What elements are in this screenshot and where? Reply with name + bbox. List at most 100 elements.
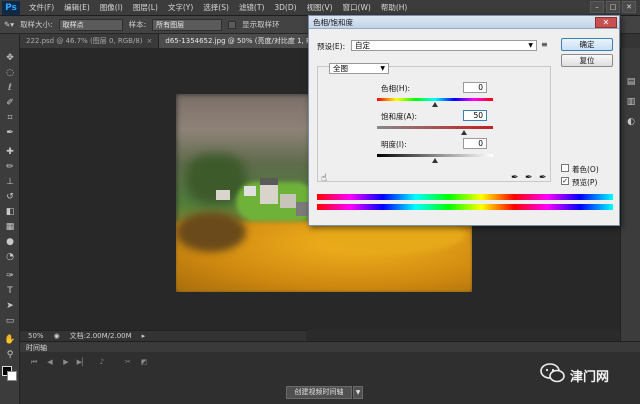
audio-icon[interactable]: ♪ [96, 357, 108, 367]
brush-icon[interactable]: ✏ [4, 161, 16, 173]
tab-label: 222.psd @ 46.7% (图层 0, RGB/8) [26, 37, 143, 45]
lasso-icon[interactable]: ℓ [4, 82, 16, 94]
show-ring-label: 显示取样环 [242, 20, 280, 29]
menu-file[interactable]: 文件(F) [24, 2, 59, 13]
dodge-icon[interactable]: ◔ [4, 251, 16, 263]
panel-layers-icon[interactable]: ▥ [625, 96, 637, 108]
eyedropper-minus-icon[interactable]: ✒ [539, 173, 547, 183]
saturation-input[interactable]: 50 [463, 110, 487, 121]
targeted-adjust-icon[interactable]: ☝ [321, 173, 327, 184]
show-ring-checkbox[interactable] [228, 20, 237, 29]
panel-adjust-icon[interactable]: ◐ [625, 116, 637, 128]
lightness-slider-thumb[interactable] [432, 158, 438, 163]
zoom-icon[interactable]: ⚲ [4, 349, 16, 361]
menu-layer[interactable]: 图层(L) [128, 2, 163, 13]
lightness-input[interactable]: 0 [463, 138, 487, 149]
create-video-timeline-button[interactable]: 创建视频时间轴 [286, 386, 352, 399]
menu-window[interactable]: 窗口(W) [338, 2, 376, 13]
info-icon[interactable]: ◉ [54, 332, 60, 340]
tab-label: d65-1354652.jpg @ 50% (亮度/对比度 1, RGB/8) [165, 37, 331, 45]
hue-saturation-dialog: 色相/饱和度 ✕ 预设(E): 自定 ▼ ≡ 确定 复位 全图 ▼ 色相(H):… [308, 15, 620, 226]
channel-value: 全图 [333, 64, 348, 73]
panel-history-icon[interactable]: ▤ [625, 76, 637, 88]
menu-3d[interactable]: 3D(D) [269, 3, 301, 12]
path-select-icon[interactable]: ➤ [4, 300, 16, 312]
close-icon[interactable]: × [147, 37, 153, 45]
first-frame-icon[interactable]: ⏮ [28, 357, 40, 367]
hand-icon[interactable]: ✋ [4, 334, 16, 346]
crop-icon[interactable]: ⌗ [4, 112, 16, 124]
blur-icon[interactable]: ● [4, 236, 16, 248]
close-window-button[interactable]: ✕ [622, 1, 636, 13]
shape-icon[interactable]: ▭ [4, 315, 16, 327]
eraser-icon[interactable]: ◧ [4, 206, 16, 218]
menu-select[interactable]: 选择(S) [198, 2, 234, 13]
transition-icon[interactable]: ◩ [138, 357, 150, 367]
colorize-checkbox[interactable] [561, 164, 569, 172]
quick-select-icon[interactable]: ✐ [4, 97, 16, 109]
hue-input[interactable]: 0 [463, 82, 487, 93]
pen-icon[interactable]: ✑ [4, 270, 16, 282]
saturation-label: 饱和度(A): [381, 112, 418, 121]
menu-help[interactable]: 帮助(H) [376, 2, 413, 13]
chevron-down-icon[interactable]: ▼ [353, 386, 363, 399]
chevron-down-icon: ▼ [380, 65, 385, 72]
sample-size-select[interactable]: 取样点 [58, 18, 123, 31]
sample-select[interactable]: 所有图层 [152, 18, 223, 31]
preset-value: 自定 [355, 41, 370, 50]
background-color-swatch[interactable] [7, 371, 17, 381]
zoom-level[interactable]: 50% [28, 332, 44, 340]
preset-options-icon[interactable]: ≡ [541, 40, 548, 49]
reset-button[interactable]: 复位 [561, 54, 613, 67]
eyedropper-icon[interactable]: ✎▾ [4, 20, 14, 29]
menu-filter[interactable]: 滤镜(T) [234, 2, 269, 13]
preset-label: 预设(E): [317, 42, 346, 51]
tab-222-psd[interactable]: 222.psd @ 46.7% (图层 0, RGB/8) × [20, 34, 160, 48]
menu-view[interactable]: 视图(V) [302, 2, 338, 13]
menu-image[interactable]: 图像(I) [95, 2, 128, 13]
watermark-text: 津门网 [570, 370, 610, 385]
type-icon[interactable]: T [4, 285, 16, 297]
marquee-icon[interactable]: ◌ [4, 67, 16, 79]
minimize-button[interactable]: – [590, 1, 604, 13]
window-controls: – □ ✕ [590, 1, 636, 13]
tools-panel: ✥ ◌ ℓ ✐ ⌗ ✒ ✚ ✏ ⊥ ↺ ◧ ▦ ● ◔ ✑ T ➤ ▭ ✋ ⚲ [0, 34, 20, 404]
sample-label: 样本: [128, 20, 147, 29]
adjust-group [317, 66, 551, 182]
status-bar: 50% ◉ 文档:2.00M/2.00M ▸ [20, 330, 306, 341]
preview-label: 预览(P) [572, 178, 598, 187]
maximize-button[interactable]: □ [606, 1, 620, 13]
saturation-slider-thumb[interactable] [461, 130, 467, 135]
saturation-slider-track[interactable] [377, 126, 493, 129]
output-color-bar [317, 204, 613, 210]
right-panel-strip: ▤ ▥ ◐ [620, 48, 640, 341]
move-icon[interactable]: ✥ [4, 52, 16, 64]
gradient-icon[interactable]: ▦ [4, 221, 16, 233]
cut-icon[interactable]: ✂ [122, 357, 134, 367]
sample-size-label: 取样大小: [20, 20, 53, 29]
ok-button[interactable]: 确定 [561, 38, 613, 51]
eyedropper-icon[interactable]: ✒ [511, 173, 519, 183]
preset-select[interactable]: 自定 ▼ [351, 40, 537, 51]
dialog-close-button[interactable]: ✕ [595, 17, 617, 28]
healing-icon[interactable]: ✚ [4, 146, 16, 158]
play-icon[interactable]: ▶ [60, 357, 72, 367]
app-logo: Ps [2, 0, 20, 15]
preview-checkbox[interactable]: ✓ [561, 177, 569, 185]
timeline-header: 时间轴 [20, 341, 640, 352]
channel-select[interactable]: 全图 ▼ [329, 63, 389, 74]
history-brush-icon[interactable]: ↺ [4, 191, 16, 203]
menu-type[interactable]: 文字(Y) [163, 2, 198, 13]
eyedropper-plus-icon[interactable]: ✒ [525, 173, 533, 183]
chevron-down-icon: ▼ [528, 42, 533, 49]
eyedropper-icon[interactable]: ✒ [4, 127, 16, 139]
stamp-icon[interactable]: ⊥ [4, 176, 16, 188]
next-frame-icon[interactable]: ▶▏ [76, 357, 88, 367]
lightness-slider-track[interactable] [377, 154, 493, 157]
menu-edit[interactable]: 编辑(E) [59, 2, 95, 13]
hue-slider-thumb[interactable] [432, 102, 438, 107]
chevron-right-icon[interactable]: ▸ [142, 332, 146, 340]
prev-frame-icon[interactable]: ◀ [44, 357, 56, 367]
hue-slider-track[interactable] [377, 98, 493, 101]
menu-bar: Ps 文件(F) 编辑(E) 图像(I) 图层(L) 文字(Y) 选择(S) 滤… [0, 0, 640, 16]
